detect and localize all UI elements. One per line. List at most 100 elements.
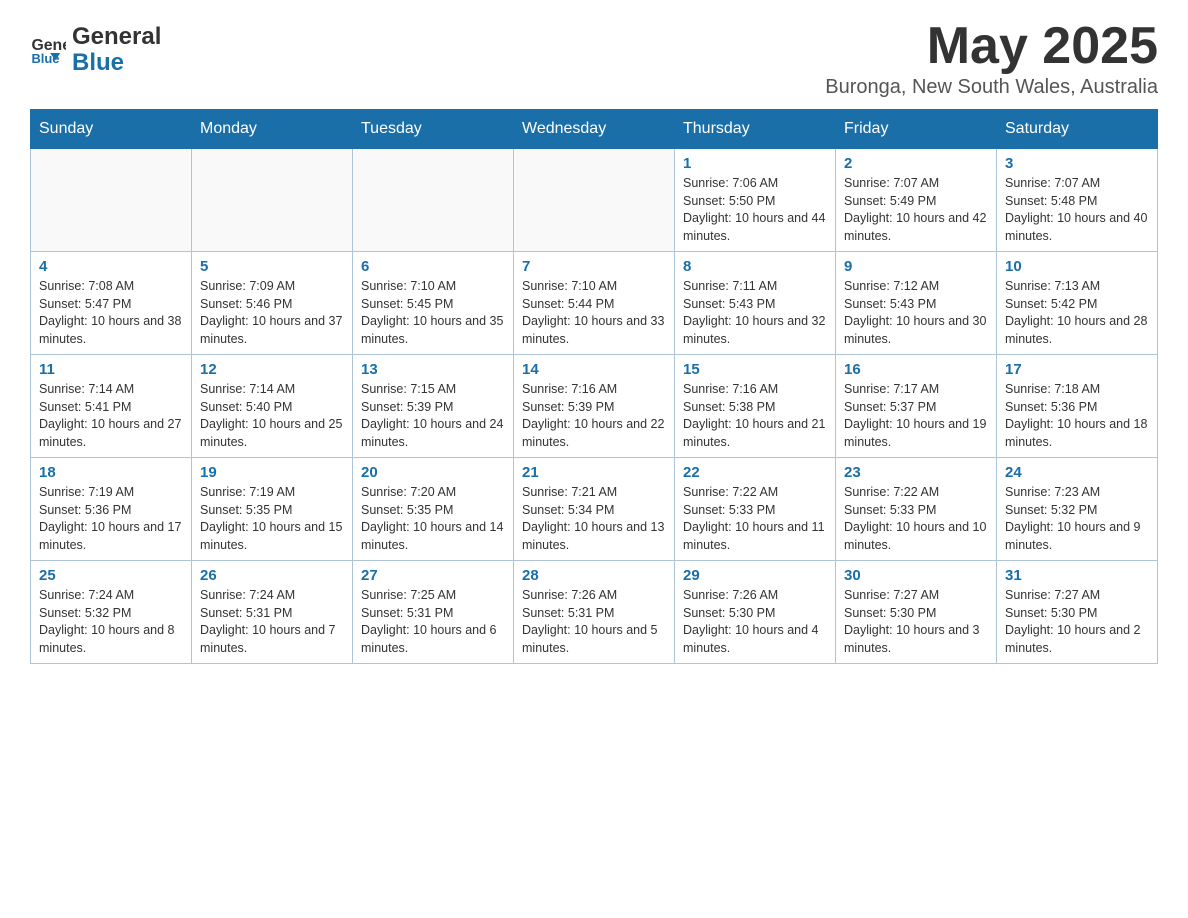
day-number: 17	[1005, 361, 1149, 378]
title-block: May 2025 Buronga, New South Wales, Austr…	[825, 20, 1158, 99]
day-info: Sunrise: 7:11 AM Sunset: 5:43 PM Dayligh…	[683, 278, 827, 348]
day-info: Sunrise: 7:17 AM Sunset: 5:37 PM Dayligh…	[844, 381, 988, 451]
calendar-header-row: Sunday Monday Tuesday Wednesday Thursday…	[31, 110, 1158, 149]
day-number: 10	[1005, 258, 1149, 275]
calendar-day: 11 Sunrise: 7:14 AM Sunset: 5:41 PM Dayli…	[31, 355, 192, 458]
day-number: 20	[361, 464, 505, 481]
calendar-week-1: 1 Sunrise: 7:06 AM Sunset: 5:50 PM Daylig…	[31, 149, 1158, 252]
col-monday: Monday	[192, 110, 353, 149]
day-info: Sunrise: 7:20 AM Sunset: 5:35 PM Dayligh…	[361, 484, 505, 554]
calendar-day: 16 Sunrise: 7:17 AM Sunset: 5:37 PM Dayli…	[836, 355, 997, 458]
calendar-day: 31 Sunrise: 7:27 AM Sunset: 5:30 PM Dayli…	[997, 561, 1158, 664]
svg-text:Blue: Blue	[31, 52, 59, 67]
page-header: General Blue General Blue May 2025 Buron…	[30, 20, 1158, 99]
calendar-day	[31, 149, 192, 252]
day-info: Sunrise: 7:15 AM Sunset: 5:39 PM Dayligh…	[361, 381, 505, 451]
day-info: Sunrise: 7:16 AM Sunset: 5:39 PM Dayligh…	[522, 381, 666, 451]
col-sunday: Sunday	[31, 110, 192, 149]
day-number: 4	[39, 258, 183, 275]
day-info: Sunrise: 7:22 AM Sunset: 5:33 PM Dayligh…	[844, 484, 988, 554]
logo-general: General	[72, 24, 161, 50]
day-number: 22	[683, 464, 827, 481]
day-info: Sunrise: 7:12 AM Sunset: 5:43 PM Dayligh…	[844, 278, 988, 348]
logo-icon: General Blue	[30, 30, 66, 66]
day-number: 8	[683, 258, 827, 275]
calendar-day: 22 Sunrise: 7:22 AM Sunset: 5:33 PM Dayli…	[675, 458, 836, 561]
day-number: 19	[200, 464, 344, 481]
day-number: 29	[683, 567, 827, 584]
calendar-day: 30 Sunrise: 7:27 AM Sunset: 5:30 PM Dayli…	[836, 561, 997, 664]
calendar-day: 8 Sunrise: 7:11 AM Sunset: 5:43 PM Daylig…	[675, 252, 836, 355]
calendar-day: 26 Sunrise: 7:24 AM Sunset: 5:31 PM Dayli…	[192, 561, 353, 664]
calendar-day: 15 Sunrise: 7:16 AM Sunset: 5:38 PM Dayli…	[675, 355, 836, 458]
day-number: 27	[361, 567, 505, 584]
day-number: 28	[522, 567, 666, 584]
day-info: Sunrise: 7:25 AM Sunset: 5:31 PM Dayligh…	[361, 587, 505, 657]
day-number: 25	[39, 567, 183, 584]
day-info: Sunrise: 7:14 AM Sunset: 5:41 PM Dayligh…	[39, 381, 183, 451]
day-info: Sunrise: 7:27 AM Sunset: 5:30 PM Dayligh…	[1005, 587, 1149, 657]
day-number: 5	[200, 258, 344, 275]
day-number: 26	[200, 567, 344, 584]
calendar-day: 25 Sunrise: 7:24 AM Sunset: 5:32 PM Dayli…	[31, 561, 192, 664]
calendar-day: 7Sunrise: 7:10 AM Sunset: 5:44 PM Daylig…	[514, 252, 675, 355]
day-info: Sunrise: 7:18 AM Sunset: 5:36 PM Dayligh…	[1005, 381, 1149, 451]
day-info: Sunrise: 7:07 AM Sunset: 5:49 PM Dayligh…	[844, 175, 988, 245]
day-number: 18	[39, 464, 183, 481]
day-info: Sunrise: 7:24 AM Sunset: 5:32 PM Dayligh…	[39, 587, 183, 657]
day-info: Sunrise: 7:24 AM Sunset: 5:31 PM Dayligh…	[200, 587, 344, 657]
calendar-week-3: 11 Sunrise: 7:14 AM Sunset: 5:41 PM Dayli…	[31, 355, 1158, 458]
day-info: Sunrise: 7:09 AM Sunset: 5:46 PM Dayligh…	[200, 278, 344, 348]
day-info: Sunrise: 7:23 AM Sunset: 5:32 PM Dayligh…	[1005, 484, 1149, 554]
calendar-day	[192, 149, 353, 252]
col-friday: Friday	[836, 110, 997, 149]
day-number: 31	[1005, 567, 1149, 584]
day-number: 1	[683, 155, 827, 172]
logo: General Blue General Blue	[30, 20, 161, 77]
logo-blue: Blue	[72, 50, 161, 76]
day-number: 21	[522, 464, 666, 481]
day-number: 15	[683, 361, 827, 378]
calendar-day: 18Sunrise: 7:19 AM Sunset: 5:36 PM Dayli…	[31, 458, 192, 561]
day-info: Sunrise: 7:07 AM Sunset: 5:48 PM Dayligh…	[1005, 175, 1149, 245]
day-number: 13	[361, 361, 505, 378]
calendar-day: 19 Sunrise: 7:19 AM Sunset: 5:35 PM Dayli…	[192, 458, 353, 561]
calendar-day: 10 Sunrise: 7:13 AM Sunset: 5:42 PM Dayli…	[997, 252, 1158, 355]
day-info: Sunrise: 7:08 AM Sunset: 5:47 PM Dayligh…	[39, 278, 183, 348]
day-number: 24	[1005, 464, 1149, 481]
calendar-week-2: 4 Sunrise: 7:08 AM Sunset: 5:47 PM Daylig…	[31, 252, 1158, 355]
calendar-day: 20 Sunrise: 7:20 AM Sunset: 5:35 PM Dayli…	[353, 458, 514, 561]
day-info: Sunrise: 7:06 AM Sunset: 5:50 PM Dayligh…	[683, 175, 827, 245]
day-info: Sunrise: 7:10 AM Sunset: 5:45 PM Dayligh…	[361, 278, 505, 348]
day-info: Sunrise: 7:14 AM Sunset: 5:40 PM Dayligh…	[200, 381, 344, 451]
calendar-day: 28 Sunrise: 7:26 AM Sunset: 5:31 PM Dayli…	[514, 561, 675, 664]
day-number: 2	[844, 155, 988, 172]
calendar-day: 23 Sunrise: 7:22 AM Sunset: 5:33 PM Dayli…	[836, 458, 997, 561]
calendar-day: 17 Sunrise: 7:18 AM Sunset: 5:36 PM Dayli…	[997, 355, 1158, 458]
day-info: Sunrise: 7:10 AM Sunset: 5:44 PM Dayligh…	[522, 278, 666, 348]
day-info: Sunrise: 7:22 AM Sunset: 5:33 PM Dayligh…	[683, 484, 827, 554]
day-number: 16	[844, 361, 988, 378]
calendar-day: 13 Sunrise: 7:15 AM Sunset: 5:39 PM Dayli…	[353, 355, 514, 458]
day-info: Sunrise: 7:19 AM Sunset: 5:35 PM Dayligh…	[200, 484, 344, 554]
day-info: Sunrise: 7:13 AM Sunset: 5:42 PM Dayligh…	[1005, 278, 1149, 348]
calendar-day: 24 Sunrise: 7:23 AM Sunset: 5:32 PM Dayli…	[997, 458, 1158, 561]
day-info: Sunrise: 7:26 AM Sunset: 5:30 PM Dayligh…	[683, 587, 827, 657]
calendar-day	[353, 149, 514, 252]
day-info: Sunrise: 7:26 AM Sunset: 5:31 PM Dayligh…	[522, 587, 666, 657]
day-info: Sunrise: 7:27 AM Sunset: 5:30 PM Dayligh…	[844, 587, 988, 657]
day-number: 30	[844, 567, 988, 584]
day-number: 12	[200, 361, 344, 378]
calendar-day: 3Sunrise: 7:07 AM Sunset: 5:48 PM Daylig…	[997, 149, 1158, 252]
calendar-day: 21Sunrise: 7:21 AM Sunset: 5:34 PM Dayli…	[514, 458, 675, 561]
day-number: 14	[522, 361, 666, 378]
col-saturday: Saturday	[997, 110, 1158, 149]
day-number: 23	[844, 464, 988, 481]
calendar-week-4: 18Sunrise: 7:19 AM Sunset: 5:36 PM Dayli…	[31, 458, 1158, 561]
day-number: 11	[39, 361, 183, 378]
day-number: 6	[361, 258, 505, 275]
col-tuesday: Tuesday	[353, 110, 514, 149]
calendar-week-5: 25 Sunrise: 7:24 AM Sunset: 5:32 PM Dayli…	[31, 561, 1158, 664]
day-info: Sunrise: 7:16 AM Sunset: 5:38 PM Dayligh…	[683, 381, 827, 451]
calendar-day: 27 Sunrise: 7:25 AM Sunset: 5:31 PM Dayli…	[353, 561, 514, 664]
